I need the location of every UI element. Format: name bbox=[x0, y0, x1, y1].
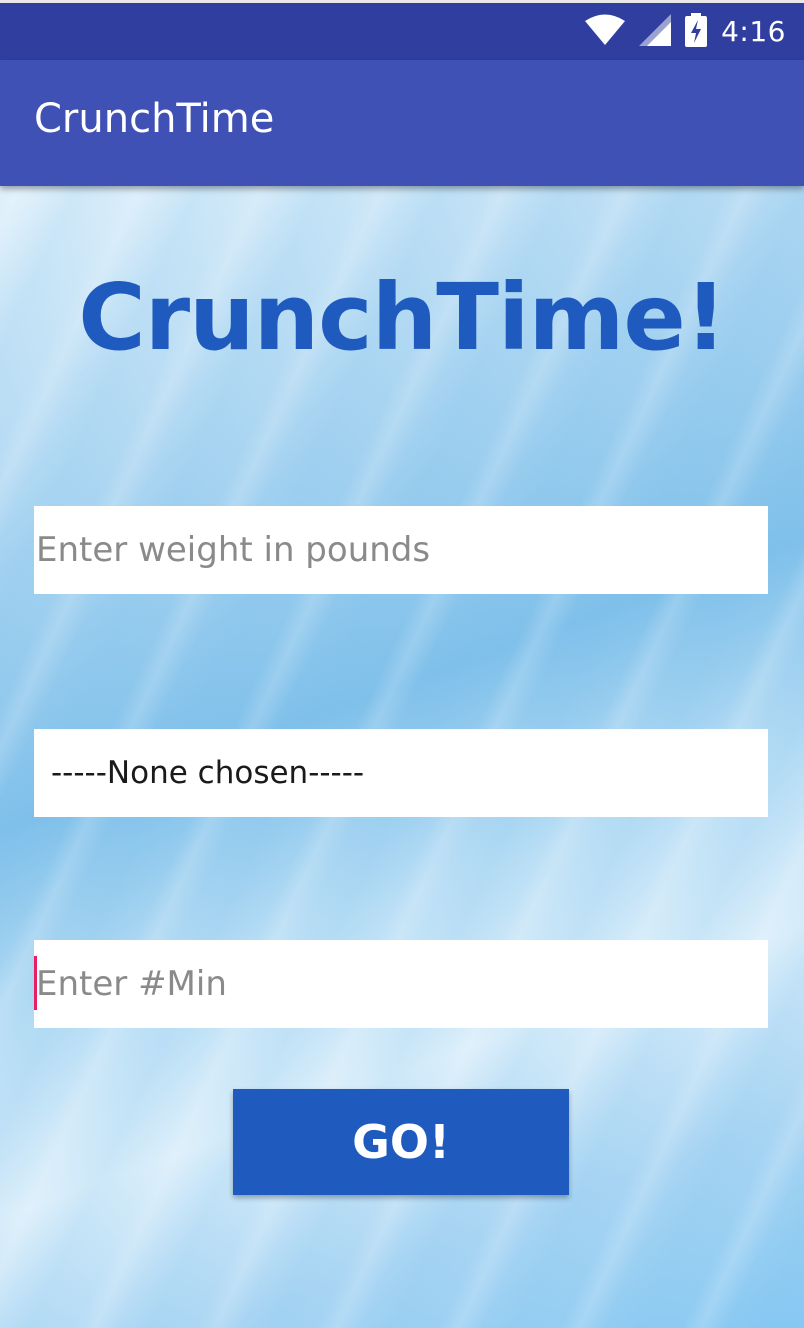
cell-signal-icon bbox=[639, 13, 672, 50]
go-button[interactable]: GO! bbox=[233, 1089, 569, 1195]
wifi-icon bbox=[585, 14, 626, 50]
app-title: CrunchTime bbox=[34, 96, 275, 142]
status-bar: 4:16 bbox=[0, 0, 804, 60]
text-cursor bbox=[34, 956, 37, 1010]
minutes-input[interactable] bbox=[34, 940, 768, 1028]
exercise-spinner-value: -----None chosen----- bbox=[51, 755, 365, 791]
status-time: 4:16 bbox=[721, 15, 786, 48]
main-content: CrunchTime! -----None chosen----- GO! bbox=[0, 186, 804, 1328]
app-bar: CrunchTime bbox=[0, 60, 804, 186]
hero-title: CrunchTime! bbox=[78, 264, 726, 371]
weight-field[interactable] bbox=[34, 506, 768, 594]
weight-input[interactable] bbox=[34, 506, 768, 594]
minutes-field[interactable] bbox=[34, 940, 768, 1028]
status-icons: 4:16 bbox=[585, 3, 786, 60]
battery-charging-icon bbox=[685, 12, 708, 51]
exercise-spinner[interactable]: -----None chosen----- bbox=[34, 729, 768, 817]
